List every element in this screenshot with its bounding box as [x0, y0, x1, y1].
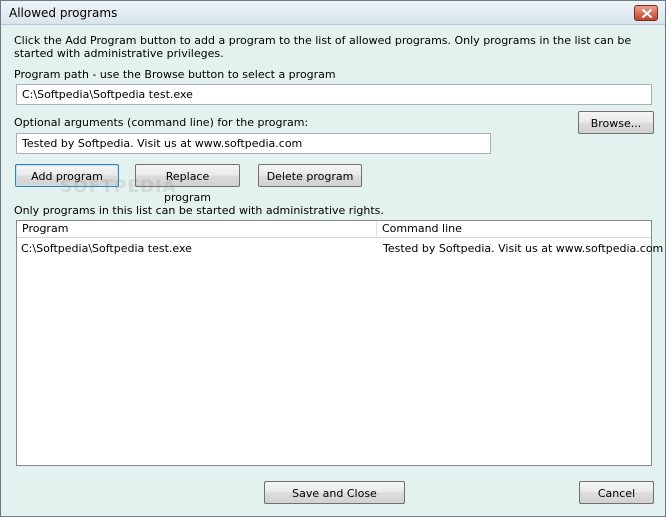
program-path-label: Program path - use the Browse button to …	[14, 68, 336, 81]
list-item-program: C:\Softpedia\Softpedia test.exe	[21, 242, 192, 255]
intro-text: Click the Add Program button to add a pr…	[14, 34, 632, 60]
dialog-client-area: Click the Add Program button to add a pr…	[2, 26, 664, 516]
arguments-input[interactable]: Tested by Softpedia. Visit us at www.sof…	[16, 133, 491, 154]
list-item[interactable]: C:\Softpedia\Softpedia test.exe Tested b…	[17, 241, 663, 258]
arguments-label: Optional arguments (command line) for th…	[14, 116, 309, 129]
window-title: Allowed programs	[9, 6, 118, 20]
browse-button[interactable]: Browse...	[578, 111, 654, 134]
programs-listview[interactable]: Program Command line C:\Softpedia\Softpe…	[16, 220, 663, 466]
replace-program-button[interactable]: Replace program	[135, 164, 240, 204]
list-caption: Only programs in this list can be starte…	[14, 204, 384, 217]
program-path-input[interactable]: C:\Softpedia\Softpedia test.exe	[16, 84, 652, 105]
add-program-button[interactable]: Add program	[15, 164, 119, 187]
title-bar[interactable]: Allowed programs	[1, 1, 665, 25]
column-header-command-line[interactable]: Command line	[377, 221, 651, 238]
allowed-programs-window: Allowed programs Click the Add Program b…	[0, 0, 666, 517]
save-and-close-button[interactable]: Save and Close	[264, 481, 405, 504]
delete-program-button[interactable]: Delete program	[258, 164, 362, 187]
listview-header: Program Command line	[17, 221, 651, 238]
close-icon	[642, 9, 652, 18]
column-header-program[interactable]: Program	[17, 221, 377, 238]
cancel-button[interactable]: Cancel	[579, 481, 654, 504]
close-button[interactable]	[634, 5, 658, 21]
list-item-command-line: Tested by Softpedia. Visit us at www.sof…	[383, 242, 664, 255]
